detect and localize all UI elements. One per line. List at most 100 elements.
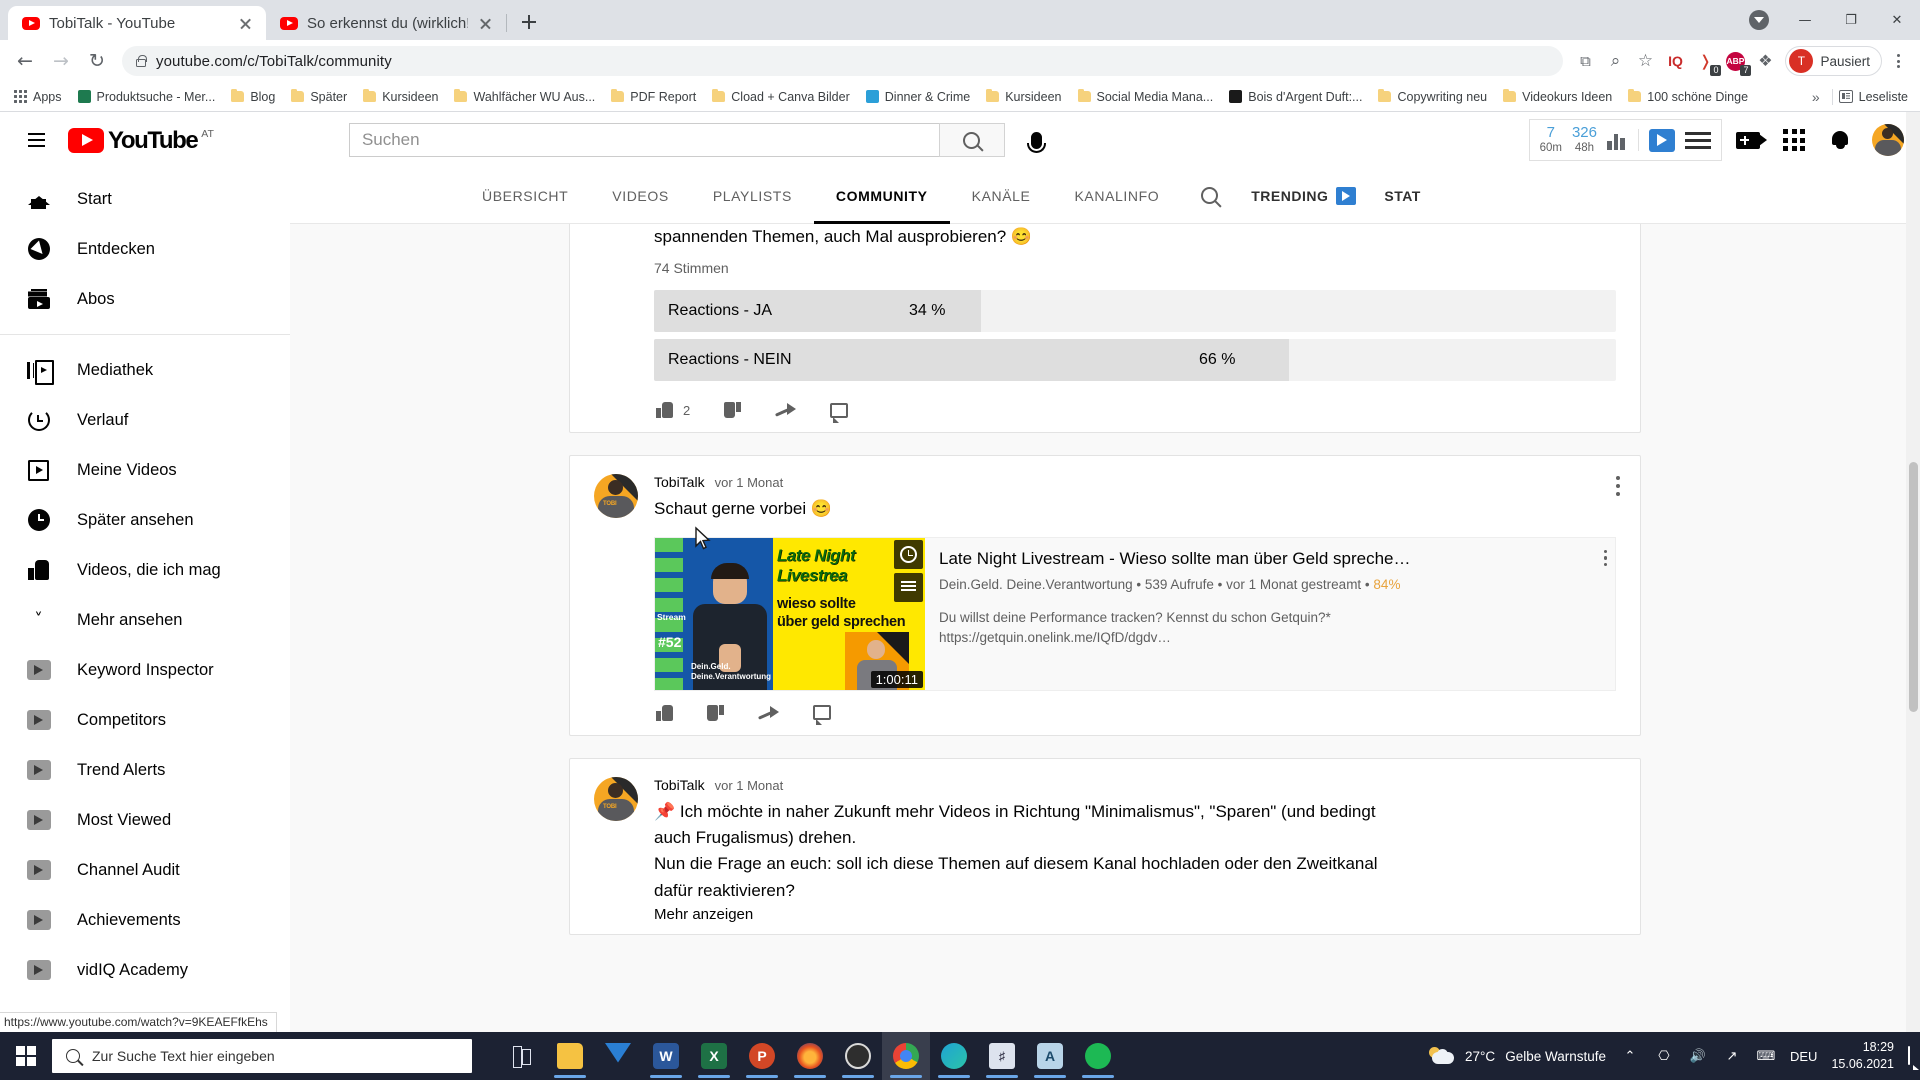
weather-widget[interactable]: 27°C Gelbe Warnstufe: [1429, 1047, 1606, 1065]
sidebar-item-abos[interactable]: Abos: [0, 274, 290, 324]
bookmarks-overflow-icon[interactable]: »: [1806, 89, 1826, 105]
pocket-icon[interactable]: ❭ 0: [1691, 47, 1722, 76]
screen-snip-icon[interactable]: ⎔: [1654, 1046, 1674, 1066]
chrome-menu-icon[interactable]: [1884, 47, 1912, 75]
microphone-icon[interactable]: [1017, 120, 1057, 160]
hamburger-icon[interactable]: [16, 120, 56, 160]
firefox-icon[interactable]: [786, 1032, 834, 1080]
bookmark-dinner-crime[interactable]: Dinner & Crime: [858, 87, 978, 107]
opera-gx-icon[interactable]: [834, 1032, 882, 1080]
sidebar-item-mehr-ansehen[interactable]: ˅ Mehr ansehen: [0, 595, 290, 645]
minimize-button[interactable]: —: [1782, 0, 1828, 40]
bookmark-bois-dargent[interactable]: Bois d'Argent Duft:...: [1221, 87, 1370, 107]
channel-search-button[interactable]: [1181, 187, 1237, 204]
profile-button[interactable]: T Pausiert: [1785, 46, 1882, 76]
post-author[interactable]: TobiTalk: [654, 474, 705, 490]
browser-tab-0[interactable]: TobiTalk - YouTube: [8, 6, 266, 40]
acrobat-icon[interactable]: A: [1026, 1032, 1074, 1080]
bar-chart-icon[interactable]: [1607, 131, 1628, 150]
sidebar-item-competitors[interactable]: Competitors: [0, 695, 290, 745]
keyboard-icon[interactable]: ⌨: [1756, 1046, 1776, 1066]
bookmark-videokurs[interactable]: Videokurs Ideen: [1495, 87, 1620, 107]
sony-vegas-icon[interactable]: ♯: [978, 1032, 1026, 1080]
more-options-icon[interactable]: [1603, 549, 1607, 567]
create-video-icon[interactable]: [1728, 120, 1768, 160]
mail-icon[interactable]: [594, 1032, 642, 1080]
forward-button[interactable]: →: [44, 44, 78, 78]
vidiq-trending-button[interactable]: TRENDING: [1237, 186, 1370, 205]
sidebar-item-start[interactable]: Start: [0, 174, 290, 224]
close-icon[interactable]: [477, 15, 494, 32]
bookmark-kursideen-2[interactable]: Kursideen: [978, 87, 1069, 107]
bookmark-blog[interactable]: Blog: [223, 87, 283, 107]
tray-expand-icon[interactable]: ⌃: [1620, 1046, 1640, 1066]
share-button[interactable]: [775, 402, 797, 418]
bookmark-wahlfaecher[interactable]: Wahlfächer WU Aus...: [446, 87, 603, 107]
bookmark-cload-canva[interactable]: Cload + Canva Bilder: [704, 87, 857, 107]
close-window-button[interactable]: ✕: [1874, 0, 1920, 40]
sidebar-item-entdecken[interactable]: Entdecken: [0, 224, 290, 274]
attached-video[interactable]: Stream #52 Dein.Geld. Deine.Verantwortun…: [654, 536, 1616, 691]
close-icon[interactable]: [237, 15, 254, 32]
install-icon[interactable]: ⧉: [1571, 47, 1599, 75]
tab-uebersicht[interactable]: ÜBERSICHT: [460, 168, 590, 224]
sidebar-item-achievements[interactable]: Achievements: [0, 895, 290, 945]
new-tab-button[interactable]: [514, 7, 544, 37]
bookmark-kursideen-1[interactable]: Kursideen: [355, 87, 446, 107]
avatar[interactable]: TOBI: [594, 474, 638, 519]
like-button[interactable]: 2: [656, 402, 690, 419]
youtube-logo[interactable]: YouTube AT: [68, 127, 214, 153]
search-input[interactable]: Suchen: [348, 123, 939, 157]
adblock-icon[interactable]: ABP 7: [1721, 47, 1752, 76]
dislike-button[interactable]: [707, 705, 724, 721]
sidebar-item-mediathek[interactable]: Mediathek: [0, 345, 290, 395]
extensions-puzzle-icon[interactable]: ❖: [1751, 47, 1779, 75]
search-button[interactable]: [938, 123, 1005, 157]
sidebar-item-most-viewed[interactable]: Most Viewed: [0, 795, 290, 845]
tab-videos[interactable]: VIDEOS: [590, 168, 691, 224]
task-view-icon[interactable]: [498, 1032, 546, 1080]
vidiq-logo-icon[interactable]: [1649, 128, 1675, 152]
windows-start-icon[interactable]: [0, 1032, 52, 1080]
vidiq-menu-icon[interactable]: [1685, 130, 1711, 150]
file-explorer-icon[interactable]: [546, 1032, 594, 1080]
sidebar-item-meine-videos[interactable]: Meine Videos: [0, 445, 290, 495]
bookmark-social-media[interactable]: Social Media Mana...: [1070, 87, 1222, 107]
powerpoint-icon[interactable]: P: [738, 1032, 786, 1080]
post-author[interactable]: TobiTalk: [654, 777, 705, 793]
avatar[interactable]: TOBI: [594, 776, 638, 821]
browser-tab-1[interactable]: So erkennst du (wirklich!) gute D: [266, 6, 507, 40]
sidebar-item-spaeter-ansehen[interactable]: Später ansehen: [0, 495, 290, 545]
bookmark-spaeter[interactable]: Später: [283, 87, 355, 107]
sidebar-item-channel-audit[interactable]: Channel Audit: [0, 845, 290, 895]
taskbar-search-input[interactable]: Zur Suche Text hier eingeben: [52, 1039, 472, 1073]
star-icon[interactable]: ☆: [1631, 47, 1659, 75]
poll-option-nein[interactable]: Reactions - NEIN 66 %: [654, 339, 1616, 382]
clock[interactable]: 18:29 15.06.2021: [1831, 1039, 1894, 1073]
more-options-icon[interactable]: [1616, 476, 1620, 497]
like-button[interactable]: [656, 704, 673, 721]
word-icon[interactable]: W: [642, 1032, 690, 1080]
add-to-queue-icon[interactable]: [894, 572, 923, 602]
tab-kanalinfo[interactable]: KANALINFO: [1052, 168, 1181, 224]
show-more-button[interactable]: Mehr anzeigen: [654, 906, 753, 923]
reload-button[interactable]: ↻: [80, 44, 114, 78]
sidebar-item-trend-alerts[interactable]: Trend Alerts: [0, 745, 290, 795]
sidebar-item-vidiq-academy[interactable]: vidIQ Academy: [0, 945, 290, 995]
chrome-update-icon[interactable]: [1736, 0, 1782, 40]
language-indicator[interactable]: DEU: [1790, 1049, 1817, 1064]
comment-button[interactable]: [830, 402, 849, 423]
chrome-icon[interactable]: [882, 1032, 930, 1080]
bookmark-100-schoene-dinge[interactable]: 100 schöne Dinge: [1620, 87, 1756, 107]
sidebar-item-verlauf[interactable]: Verlauf: [0, 395, 290, 445]
bookmark-produktsuche[interactable]: Produktsuche - Mer...: [70, 87, 224, 107]
video-thumbnail[interactable]: Stream #52 Dein.Geld. Deine.Verantwortun…: [655, 537, 925, 690]
bookmark-copywriting[interactable]: Copywriting neu: [1370, 87, 1495, 107]
sidebar-item-videos-die-ich-mag[interactable]: Videos, die ich mag: [0, 545, 290, 595]
share-button[interactable]: [758, 705, 779, 721]
tab-kanaele[interactable]: KANÄLE: [950, 168, 1053, 224]
apps-grid-icon[interactable]: [1774, 120, 1814, 160]
notifications-bell-icon[interactable]: [1820, 120, 1860, 160]
vidiq-iq-icon[interactable]: IQ: [1661, 47, 1689, 75]
reading-list-label[interactable]: Leseliste: [1859, 90, 1908, 104]
